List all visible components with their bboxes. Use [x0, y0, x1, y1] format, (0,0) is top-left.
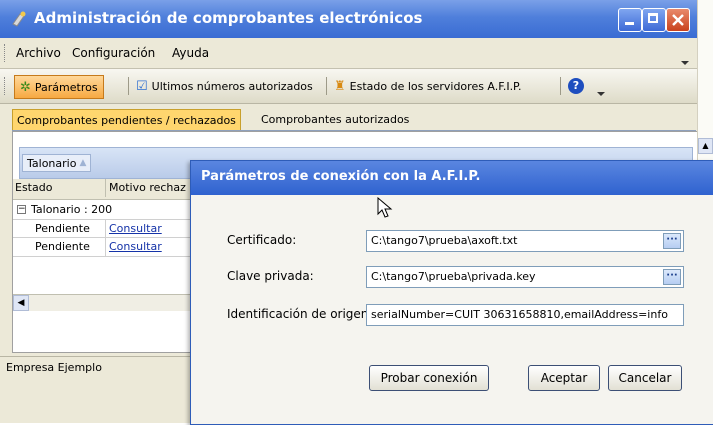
dialog-title: Parámetros de conexión con la A.F.I.P.: [201, 169, 481, 184]
server-status-icon: ♜: [334, 78, 346, 94]
menu-bar: Archivo Configuración Ayuda: [0, 38, 697, 69]
group-row-label: Talonario : 200: [31, 203, 113, 216]
sort-ascending-icon: ▲: [79, 158, 87, 168]
estado-servidores-button[interactable]: ♜ Estado de los servidores A.F.I.P.: [334, 75, 521, 97]
certificado-value: C:\tango7\prueba\axoft.txt: [371, 234, 518, 247]
toolbar-grip: [4, 77, 7, 95]
identificacion-field[interactable]: serialNumber=CUIT 30631658810,emailAddre…: [366, 304, 684, 326]
tab-pendientes-rechazados[interactable]: Comprobantes pendientes / rechazados: [12, 109, 241, 130]
settings-icon: ✲: [20, 79, 31, 95]
ultimos-numeros-button[interactable]: ☑ Ultimos números autorizados: [136, 75, 313, 97]
close-icon: [672, 14, 684, 26]
toolbar-overflow-icon[interactable]: [596, 87, 606, 100]
company-name: Empresa Ejemplo: [6, 361, 102, 374]
clave-privada-label: Clave privada:: [227, 269, 314, 283]
maximize-icon: [648, 13, 658, 23]
scroll-up-icon[interactable]: ▲: [698, 138, 713, 154]
toolbar-separator: [326, 77, 327, 95]
certificado-label: Certificado:: [227, 233, 297, 247]
dialog-title-bar[interactable]: Parámetros de conexión con la A.F.I.P.: [191, 161, 713, 195]
menu-grip: [4, 44, 7, 62]
mouse-cursor-icon: [377, 197, 393, 218]
toolbar-separator: [128, 77, 129, 95]
clave-privada-value: C:\tango7\prueba\privada.key: [371, 270, 536, 283]
column-estado[interactable]: Estado: [15, 179, 106, 197]
browse-clave-button[interactable]: ···: [663, 269, 681, 285]
parametros-label: Parámetros: [34, 80, 98, 94]
menu-configuracion[interactable]: Configuración: [72, 46, 155, 60]
minimize-icon: [625, 22, 634, 25]
browse-certificado-button[interactable]: ···: [663, 233, 681, 249]
certificado-field[interactable]: C:\tango7\prueba\axoft.txt ···: [366, 230, 684, 252]
menu-archivo[interactable]: Archivo: [16, 46, 61, 60]
toolbar-separator: [560, 77, 561, 95]
menu-overflow-icon[interactable]: [680, 56, 690, 65]
help-button[interactable]: ?: [568, 75, 584, 97]
help-icon: ?: [568, 78, 584, 94]
tab-autorizados[interactable]: Comprobantes autorizados: [257, 109, 413, 129]
collapse-icon[interactable]: −: [17, 205, 26, 214]
column-motivo-rechazo[interactable]: Motivo rechaz: [109, 179, 199, 197]
probar-conexion-button[interactable]: Probar conexión: [369, 365, 489, 391]
aceptar-button[interactable]: Aceptar: [528, 365, 600, 391]
estado-cell: Pendiente: [35, 238, 106, 256]
group-talonario-label: Talonario: [27, 156, 77, 170]
connection-dialog: Parámetros de conexión con la A.F.I.P. C…: [190, 160, 713, 425]
menu-ayuda[interactable]: Ayuda: [172, 46, 209, 60]
toolbar: ✲ Parámetros ☑ Ultimos números autorizad…: [0, 69, 697, 104]
app-icon: [12, 11, 26, 27]
scroll-left-icon[interactable]: ◀: [13, 295, 29, 311]
parametros-button[interactable]: ✲ Parámetros: [14, 75, 104, 99]
identificacion-value: serialNumber=CUIT 30631658810,emailAddre…: [371, 308, 668, 321]
estado-servidores-label: Estado de los servidores A.F.I.P.: [349, 79, 522, 93]
maximize-button[interactable]: [642, 8, 666, 32]
checklist-icon: ☑: [136, 78, 148, 94]
group-talonario-button[interactable]: Talonario ▲: [22, 154, 92, 172]
estado-cell: Pendiente: [35, 220, 106, 238]
tab-strip: Comprobantes pendientes / rechazados Com…: [12, 109, 696, 131]
cancelar-button[interactable]: Cancelar: [608, 365, 682, 391]
identificacion-label: Identificación de origen:: [227, 307, 373, 321]
close-button[interactable]: [666, 8, 690, 32]
consultar-link[interactable]: Consultar: [109, 220, 179, 238]
consultar-link[interactable]: Consultar: [109, 238, 179, 256]
clave-privada-field[interactable]: C:\tango7\prueba\privada.key ···: [366, 266, 684, 288]
window-title: Administración de comprobantes electróni…: [34, 9, 423, 27]
title-bar[interactable]: Administración de comprobantes electróni…: [0, 0, 697, 38]
minimize-button[interactable]: [618, 8, 642, 32]
ultimos-numeros-label: Ultimos números autorizados: [151, 79, 313, 93]
